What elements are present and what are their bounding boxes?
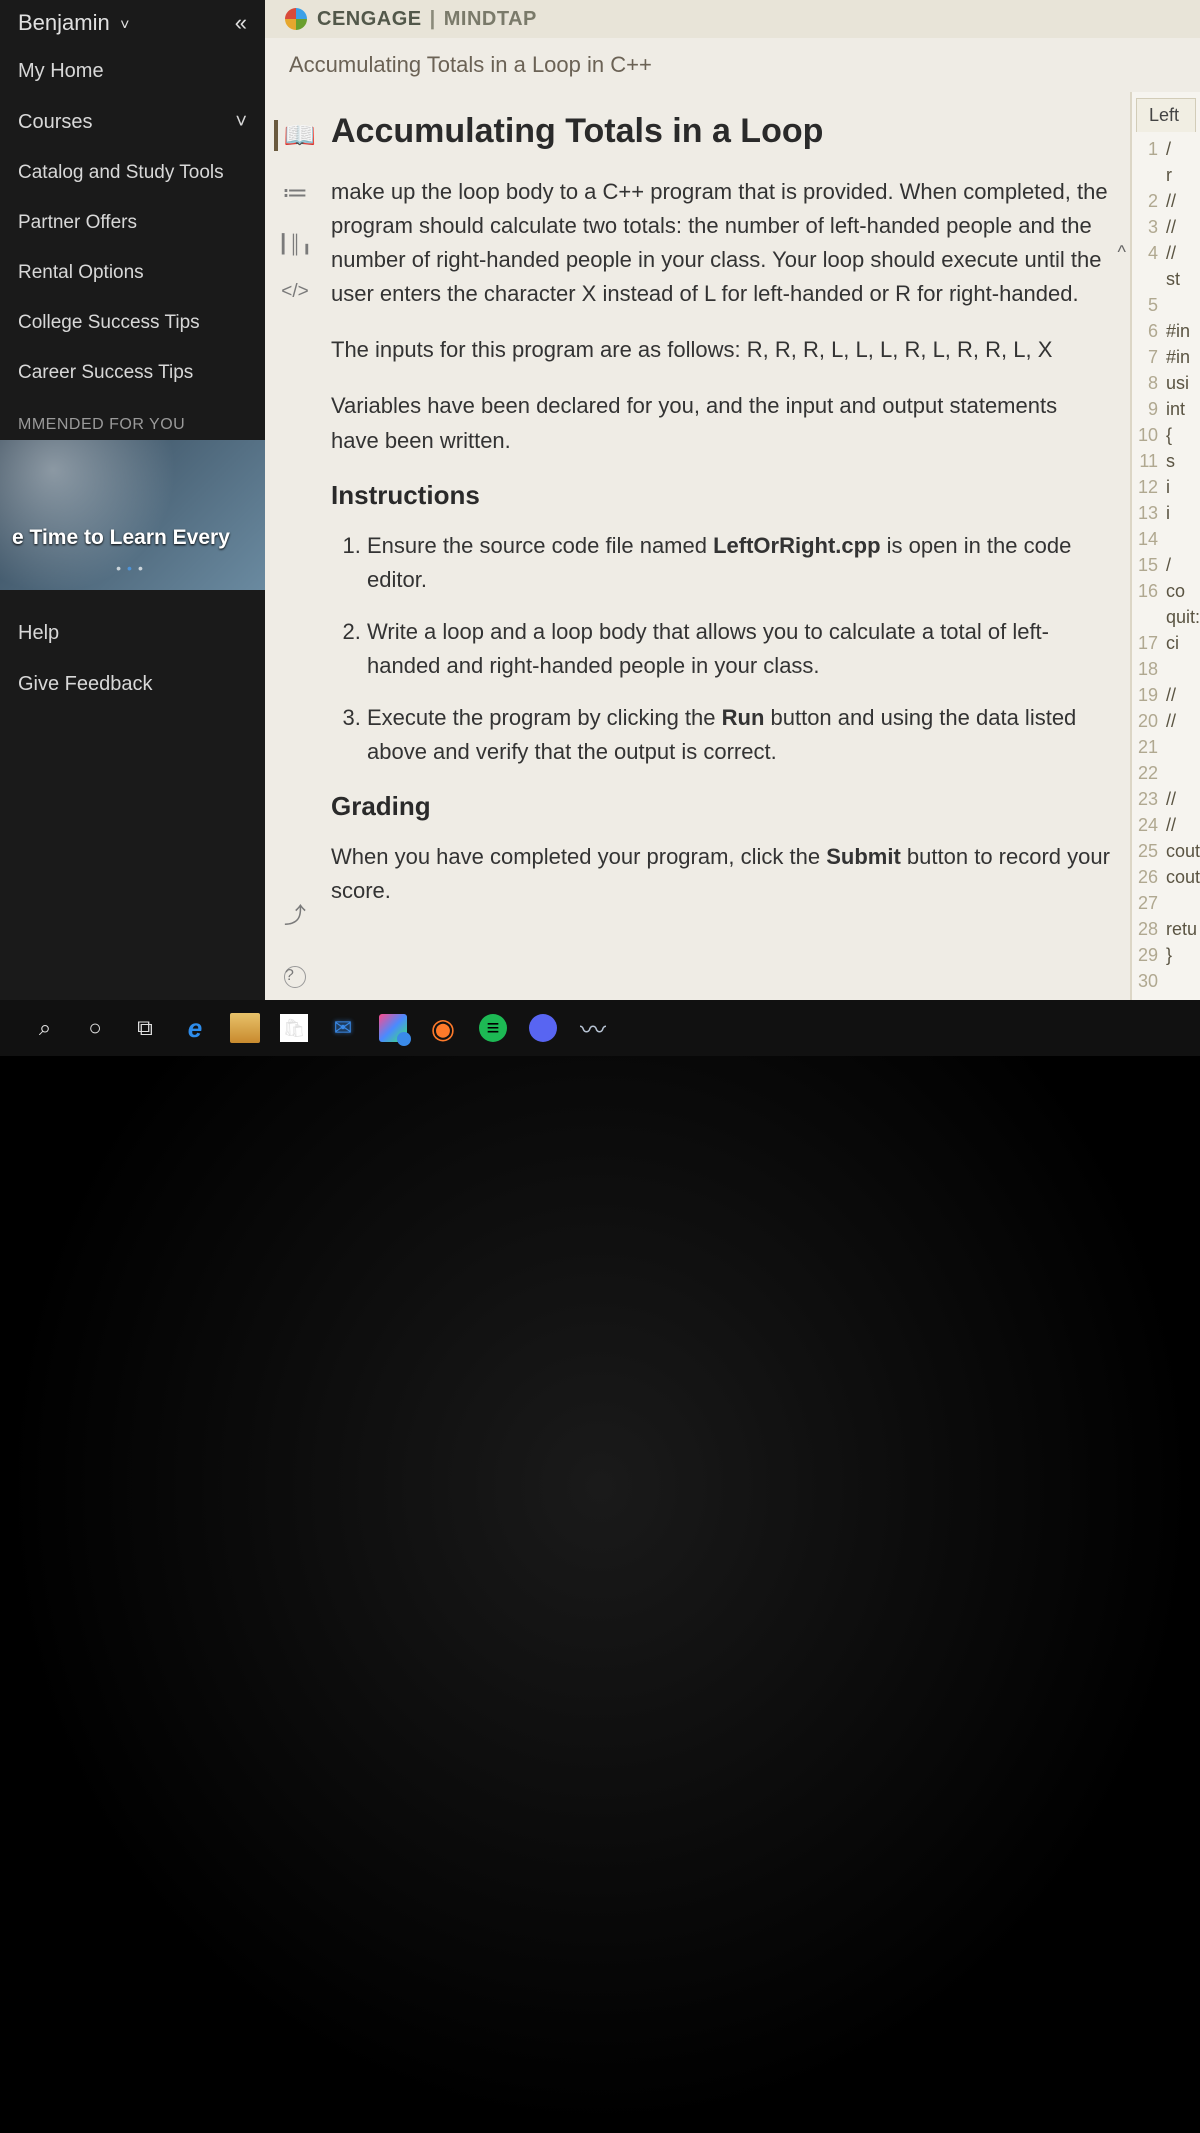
taskview-icon[interactable]: ⧉: [130, 1013, 160, 1043]
code-line[interactable]: 26 cout: [1132, 864, 1200, 890]
brand-cengage: CENGAGE: [317, 8, 422, 31]
search-icon[interactable]: ⌕: [30, 1013, 60, 1043]
mail-icon[interactable]: ✉: [328, 1013, 358, 1043]
code-line[interactable]: 22: [1132, 760, 1200, 786]
code-gutter: 1/r2//3//4//st56#in7#in8usi9int10{11 s12…: [1132, 132, 1200, 1060]
code-line[interactable]: 5: [1132, 292, 1200, 318]
code-line[interactable]: st: [1132, 266, 1200, 292]
promo-title: e Time to Learn Every: [12, 526, 253, 550]
code-line[interactable]: 1/: [1132, 136, 1200, 162]
code-line[interactable]: quit:: [1132, 604, 1200, 630]
code-line[interactable]: 13 i: [1132, 500, 1200, 526]
grading-paragraph: When you have completed your program, cl…: [331, 840, 1110, 908]
code-line[interactable]: 15 /: [1132, 552, 1200, 578]
intro-paragraph-2: The inputs for this program are as follo…: [331, 333, 1110, 367]
code-line[interactable]: 16 co: [1132, 578, 1200, 604]
code-line[interactable]: 8usi: [1132, 370, 1200, 396]
code-line[interactable]: 7#in: [1132, 344, 1200, 370]
breadcrumb: Accumulating Totals in a Loop in C++: [265, 38, 1200, 92]
grading-heading: Grading: [331, 791, 1110, 822]
promo-card[interactable]: e Time to Learn Every •••: [0, 440, 265, 590]
code-line[interactable]: 12 i: [1132, 474, 1200, 500]
sidebar: Benjamin ˅ « My Home Courses˅ Catalog an…: [0, 0, 265, 1060]
store-icon[interactable]: 🛍: [280, 1014, 308, 1042]
tool-column: 📖 ≔ ┃║╻ </> ⤴ ? ⚙: [265, 92, 325, 1060]
chevron-down-icon: ˅: [116, 17, 130, 34]
code-line[interactable]: 20 //: [1132, 708, 1200, 734]
nav-career-success[interactable]: Career Success Tips: [0, 348, 265, 398]
book-icon[interactable]: 📖: [274, 120, 316, 151]
windows-taskbar: ⌕ ○ ⧉ e 🛍 ✉ ◉ ≡ 〰: [0, 1000, 1200, 1056]
editor-tab[interactable]: Left: [1136, 98, 1196, 132]
code-line[interactable]: 30: [1132, 968, 1200, 994]
nav-help[interactable]: Help: [0, 608, 265, 659]
code-line[interactable]: r: [1132, 162, 1200, 188]
carousel-dots[interactable]: •••: [0, 560, 265, 576]
cortana-icon[interactable]: ○: [80, 1013, 110, 1043]
instruction-3: Execute the program by clicking the Run …: [367, 701, 1110, 769]
instruction-2: Write a loop and a loop body that allows…: [367, 615, 1110, 683]
code-line[interactable]: 10{: [1132, 422, 1200, 448]
nav-feedback[interactable]: Give Feedback: [0, 659, 265, 710]
code-line[interactable]: 29}: [1132, 942, 1200, 968]
instruction-1: Ensure the source code file named LeftOr…: [367, 529, 1110, 597]
code-line[interactable]: 21: [1132, 734, 1200, 760]
scroll-up-icon[interactable]: ^: [1118, 242, 1126, 263]
nav-college-success[interactable]: College Success Tips: [0, 298, 265, 348]
code-line[interactable]: 18: [1132, 656, 1200, 682]
nav-courses[interactable]: Courses˅: [0, 97, 265, 148]
chevron-down-icon: ˅: [235, 111, 247, 134]
intro-paragraph-3: Variables have been declared for you, an…: [331, 389, 1110, 457]
nav-partner-offers[interactable]: Partner Offers: [0, 198, 265, 248]
nav-my-home[interactable]: My Home: [0, 46, 265, 97]
code-line[interactable]: 2//: [1132, 188, 1200, 214]
desk-surface: [0, 1056, 1200, 2133]
code-line[interactable]: 14: [1132, 526, 1200, 552]
instructions-list: Ensure the source code file named LeftOr…: [331, 529, 1110, 770]
spotify-icon[interactable]: ≡: [478, 1013, 508, 1043]
brand-bar: CENGAGE | MINDTAP: [265, 0, 1200, 38]
code-editor[interactable]: Left 1/r2//3//4//st56#in7#in8usi9int10{1…: [1130, 92, 1200, 1060]
steps-icon[interactable]: ≔: [282, 177, 308, 208]
brand-mindtap: MINDTAP: [444, 8, 537, 31]
code-line[interactable]: 27: [1132, 890, 1200, 916]
code-line[interactable]: 19 //: [1132, 682, 1200, 708]
recommended-header: MMENDED FOR YOU: [0, 398, 265, 440]
code-line[interactable]: 23 //: [1132, 786, 1200, 812]
code-line[interactable]: 17 ci: [1132, 630, 1200, 656]
code-line[interactable]: 3//: [1132, 214, 1200, 240]
intro-paragraph-1: make up the loop body to a C++ program t…: [331, 175, 1110, 311]
nav-rental-options[interactable]: Rental Options: [0, 248, 265, 298]
help-icon[interactable]: ?: [284, 966, 306, 988]
code-line[interactable]: 9int: [1132, 396, 1200, 422]
code-line[interactable]: 11 s: [1132, 448, 1200, 474]
nav-catalog[interactable]: Catalog and Study Tools: [0, 148, 265, 198]
cengage-logo-icon: [285, 8, 307, 30]
code-line[interactable]: 24 //: [1132, 812, 1200, 838]
file-explorer-icon[interactable]: [230, 1013, 260, 1043]
user-menu[interactable]: Benjamin ˅ «: [0, 0, 265, 46]
page-title: Accumulating Totals in a Loop: [331, 92, 1110, 175]
instructions-heading: Instructions: [331, 480, 1110, 511]
collapse-sidebar-icon[interactable]: «: [235, 10, 247, 36]
photos-icon[interactable]: [378, 1013, 408, 1043]
discord-icon[interactable]: [528, 1013, 558, 1043]
steam-icon[interactable]: 〰: [578, 1013, 608, 1043]
share-icon[interactable]: ⤴: [284, 898, 306, 930]
code-line[interactable]: 25 cout: [1132, 838, 1200, 864]
code-line[interactable]: 28 retu: [1132, 916, 1200, 942]
code-icon[interactable]: </>: [281, 281, 308, 303]
instructions-panel: ^ Accumulating Totals in a Loop make up …: [325, 92, 1130, 1060]
code-line[interactable]: 6#in: [1132, 318, 1200, 344]
edge-icon[interactable]: e: [180, 1013, 210, 1043]
firefox-icon[interactable]: ◉: [428, 1013, 458, 1043]
code-line[interactable]: 4//: [1132, 240, 1200, 266]
chart-icon[interactable]: ┃║╻: [278, 234, 312, 255]
